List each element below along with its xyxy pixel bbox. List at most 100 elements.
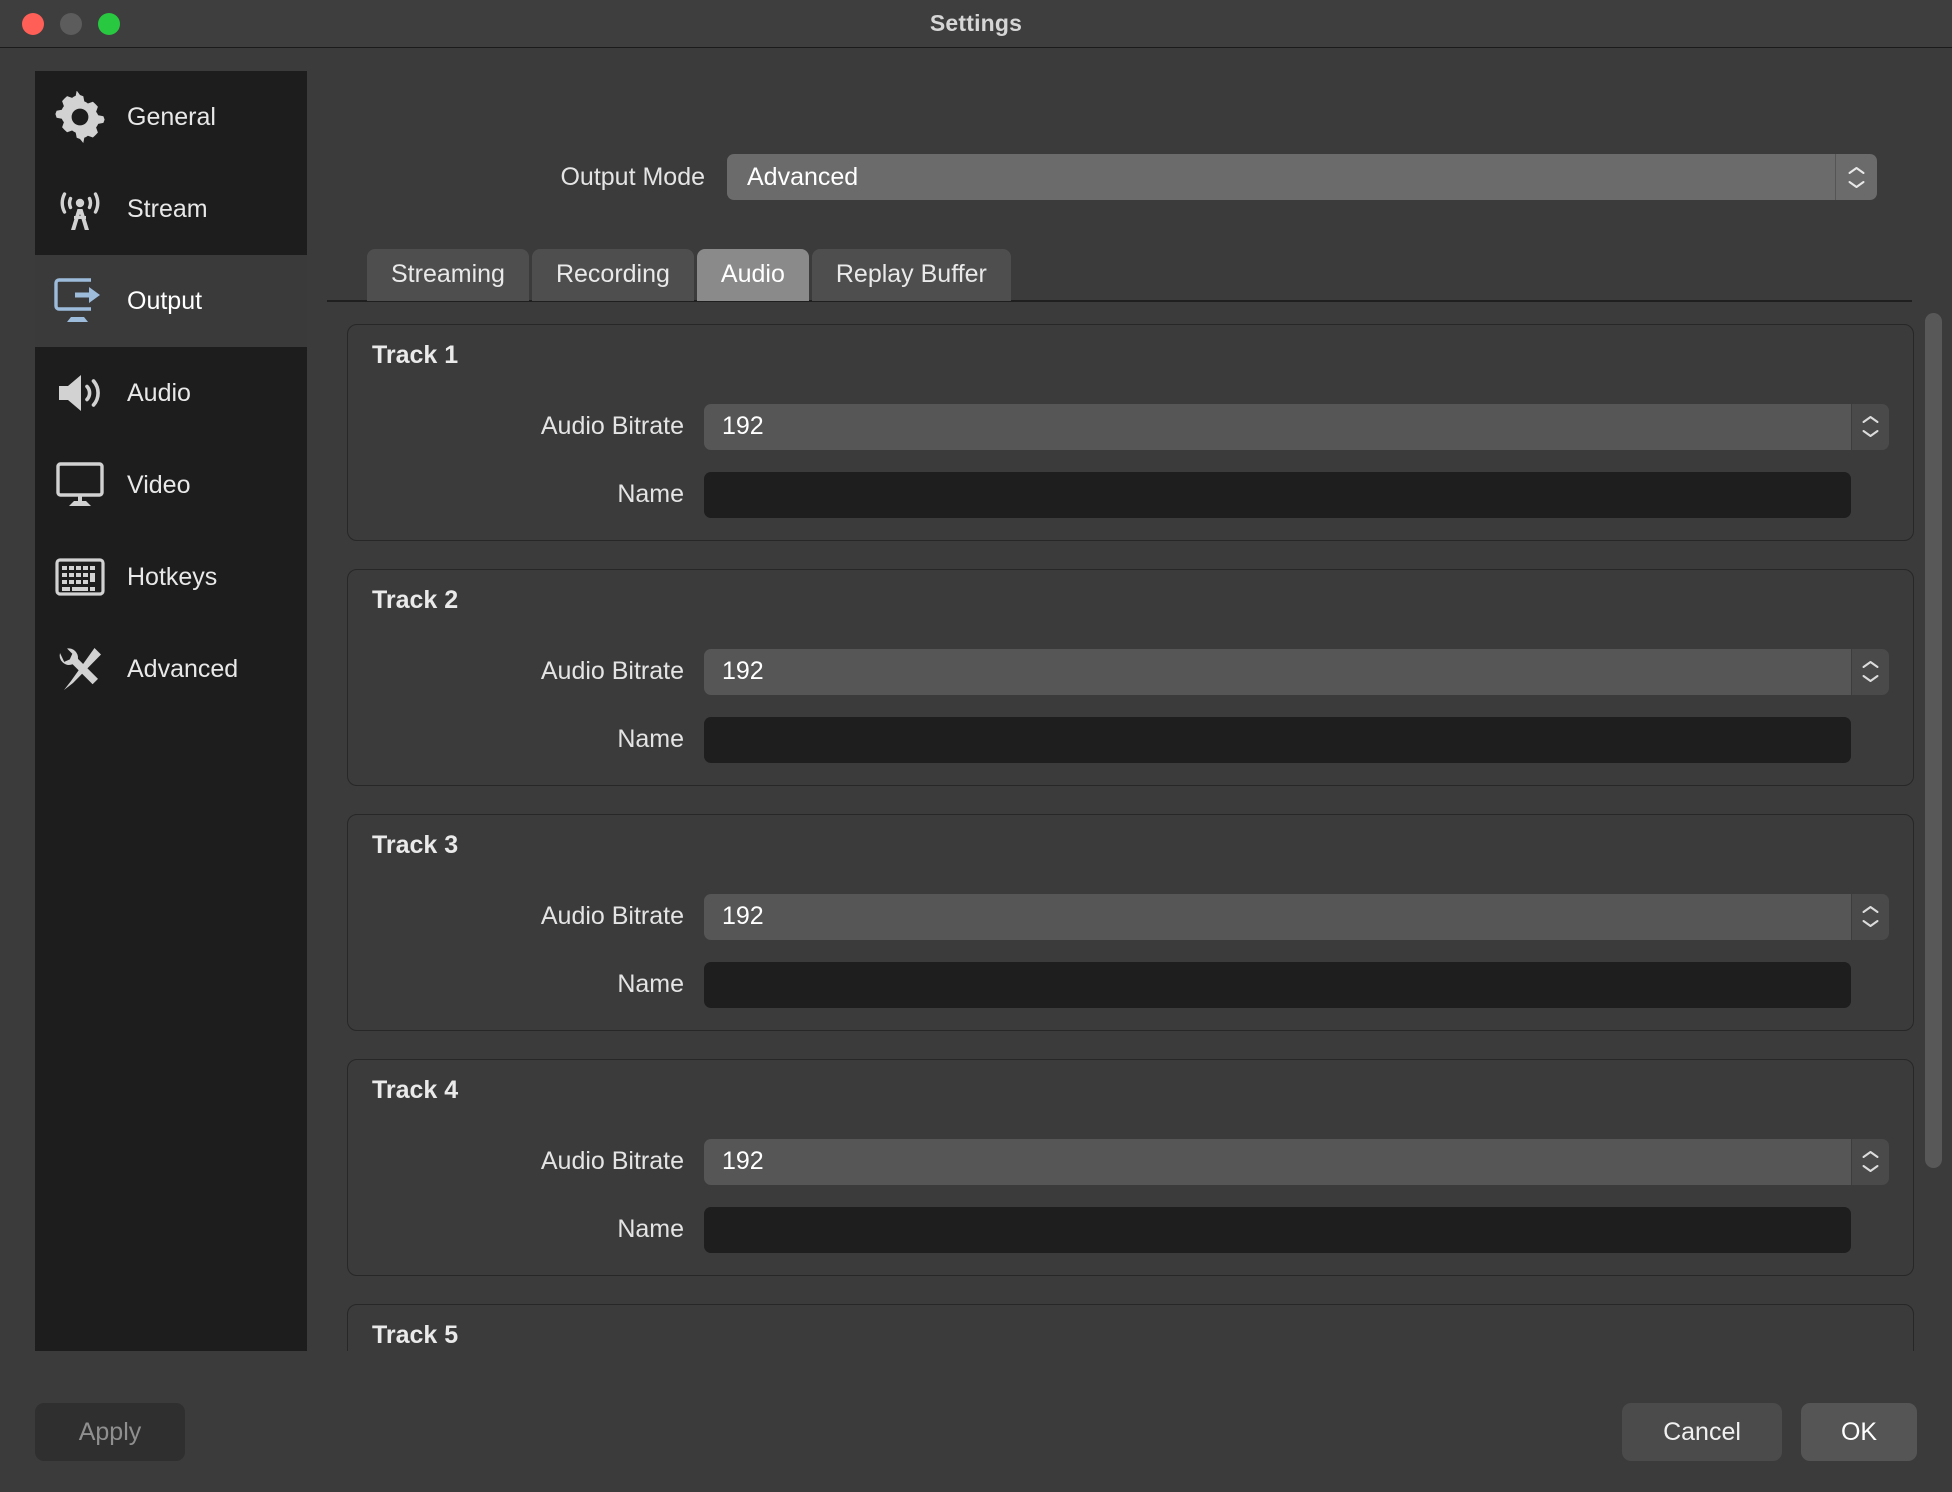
track-title: Track 3 <box>372 830 459 859</box>
track-group: Track 1 Audio Bitrate 192 Name <box>347 323 1914 541</box>
audio-bitrate-label: Audio Bitrate <box>540 657 684 686</box>
sidebar-item-stream[interactable]: Stream <box>35 163 307 255</box>
audio-bitrate-row: Audio Bitrate 192 <box>372 648 1889 695</box>
audio-bitrate-row: Audio Bitrate 192 <box>372 403 1889 450</box>
sidebar-item-label: Stream <box>127 194 208 223</box>
sidebar-item-label: Video <box>127 470 191 499</box>
sidebar-item-label: Audio <box>127 378 191 407</box>
output-mode-value: Advanced <box>727 154 1835 200</box>
sidebar-item-hotkeys[interactable]: Hotkeys <box>35 531 307 623</box>
audio-bitrate-value: 192 <box>704 1138 1851 1185</box>
track-name-input[interactable] <box>704 961 1851 1008</box>
gear-icon <box>51 88 109 146</box>
track-name-input[interactable] <box>704 716 1851 763</box>
audio-bitrate-row: Audio Bitrate 192 <box>372 893 1889 940</box>
settings-window: Settings General Stream Output Audio Vid… <box>0 0 1952 1492</box>
audio-bitrate-label: Audio Bitrate <box>540 1147 684 1176</box>
tab-label: Replay Buffer <box>835 260 987 288</box>
sidebar-item-label: Advanced <box>127 654 239 683</box>
tab-label: Audio <box>720 260 785 288</box>
audio-bitrate-spinner[interactable]: 192 <box>704 403 1889 450</box>
output-mode-row: Output Mode Advanced <box>327 149 1952 205</box>
chevron-up-icon <box>1862 1151 1879 1159</box>
audio-bitrate-label: Audio Bitrate <box>540 902 684 931</box>
keyboard-icon <box>51 548 109 606</box>
sidebar-item-video[interactable]: Video <box>35 439 307 531</box>
tab-label: Recording <box>555 260 670 288</box>
broadcast-icon <box>51 180 109 238</box>
minimize-window-button[interactable] <box>60 12 82 35</box>
chevron-down-icon <box>1862 675 1879 683</box>
track-title: Track 2 <box>372 585 459 614</box>
maximize-window-button[interactable] <box>98 12 120 35</box>
audio-bitrate-row: Audio Bitrate 192 <box>372 1138 1889 1185</box>
scrollbar-thumb[interactable] <box>1925 312 1942 1168</box>
traffic-lights <box>22 12 120 35</box>
tab-streaming[interactable]: Streaming <box>367 249 529 301</box>
audio-bitrate-stepper[interactable] <box>1851 403 1889 450</box>
apply-button[interactable]: Apply <box>35 1403 185 1461</box>
title-bar: Settings <box>0 0 1952 48</box>
settings-main-panel: Output Mode Advanced Streaming Recording… <box>307 71 1952 1351</box>
sidebar-item-general[interactable]: General <box>35 71 307 163</box>
chevron-down-icon <box>1862 1165 1879 1173</box>
audio-bitrate-value: 192 <box>704 893 1851 940</box>
track-title: Track 1 <box>372 340 459 369</box>
settings-sidebar: General Stream Output Audio Video Hotkey… <box>35 71 307 1351</box>
audio-bitrate-value: 192 <box>704 648 1851 695</box>
output-tabs: Streaming Recording Audio Replay Buffer <box>327 249 1912 301</box>
close-window-button[interactable] <box>22 12 44 35</box>
track-name-label: Name <box>617 725 684 754</box>
dialog-footer: Apply Cancel OK <box>0 1373 1952 1492</box>
ok-button[interactable]: OK <box>1801 1403 1917 1461</box>
output-icon <box>51 272 109 330</box>
track-group: Track 2 Audio Bitrate 192 Name <box>347 568 1914 786</box>
audio-tracks-scroll-area[interactable]: Track 1 Audio Bitrate 192 Name Track 2 A… <box>327 302 1952 1351</box>
window-body: General Stream Output Audio Video Hotkey… <box>0 48 1952 1373</box>
track-name-input[interactable] <box>704 471 1851 518</box>
monitor-icon <box>51 456 109 514</box>
sidebar-item-audio[interactable]: Audio <box>35 347 307 439</box>
output-mode-select[interactable]: Advanced <box>727 154 1877 200</box>
track-name-row: Name <box>372 716 1889 763</box>
track-title: Track 5 <box>372 1320 459 1349</box>
chevron-down-icon <box>1862 920 1879 928</box>
cancel-button[interactable]: Cancel <box>1622 1403 1782 1461</box>
sidebar-item-advanced[interactable]: Advanced <box>35 623 307 715</box>
chevron-up-icon <box>1848 166 1865 174</box>
output-tabs-container: Streaming Recording Audio Replay Buffer <box>327 249 1952 302</box>
audio-bitrate-spinner[interactable]: 192 <box>704 893 1889 940</box>
track-name-row: Name <box>372 1206 1889 1253</box>
sidebar-item-label: Output <box>127 286 203 315</box>
chevron-up-icon <box>1862 661 1879 669</box>
audio-bitrate-value: 192 <box>704 403 1851 450</box>
track-name-row: Name <box>372 471 1889 518</box>
tab-recording[interactable]: Recording <box>531 249 694 301</box>
audio-bitrate-stepper[interactable] <box>1851 1138 1889 1185</box>
speaker-icon <box>51 364 109 422</box>
tab-audio[interactable]: Audio <box>696 249 809 301</box>
chevron-down-icon <box>1848 180 1865 188</box>
tab-label: Streaming <box>391 260 505 288</box>
sidebar-item-label: General <box>127 102 216 131</box>
track-name-label: Name <box>617 970 684 999</box>
track-name-input[interactable] <box>704 1206 1851 1253</box>
track-group: Track 5 Audio Bitrate 192 Name <box>347 1303 1914 1351</box>
chevron-up-icon <box>1862 906 1879 914</box>
output-mode-label: Output Mode <box>560 162 705 191</box>
track-name-label: Name <box>617 1215 684 1244</box>
sidebar-item-output[interactable]: Output <box>35 255 307 347</box>
audio-bitrate-spinner[interactable]: 192 <box>704 1138 1889 1185</box>
track-name-label: Name <box>617 480 684 509</box>
tab-replay-buffer[interactable]: Replay Buffer <box>811 249 1011 301</box>
track-title: Track 4 <box>372 1075 459 1104</box>
chevron-up-icon <box>1862 416 1879 424</box>
output-mode-stepper[interactable] <box>1835 154 1877 200</box>
audio-bitrate-stepper[interactable] <box>1851 648 1889 695</box>
tools-icon <box>51 640 109 698</box>
audio-bitrate-stepper[interactable] <box>1851 893 1889 940</box>
audio-bitrate-spinner[interactable]: 192 <box>704 648 1889 695</box>
window-title: Settings <box>929 10 1023 36</box>
vertical-scrollbar[interactable] <box>1920 302 1946 1351</box>
track-name-row: Name <box>372 961 1889 1008</box>
